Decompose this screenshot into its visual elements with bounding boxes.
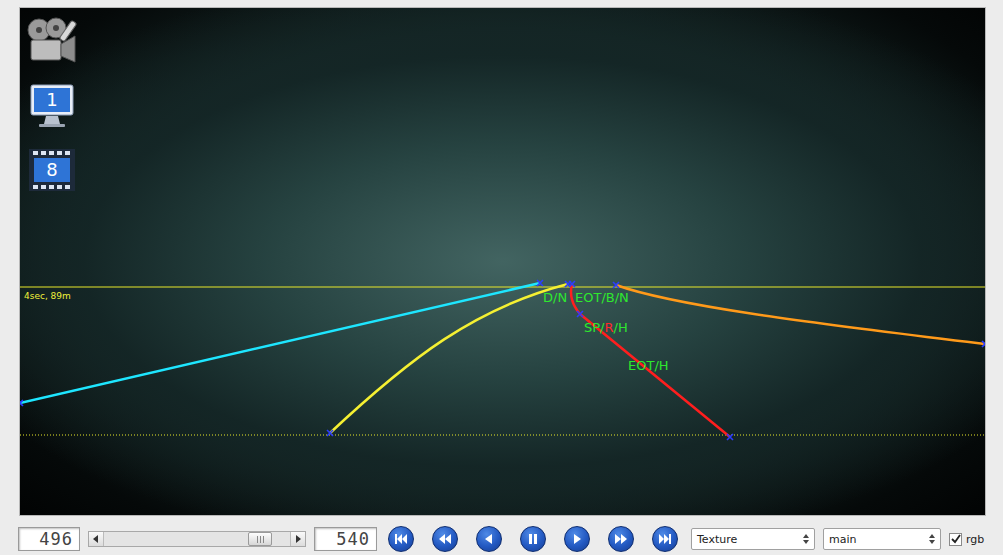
rewind-button[interactable] (432, 526, 458, 552)
play-button[interactable] (564, 526, 590, 552)
dropdown[interactable]: main (823, 528, 941, 550)
back-icon (482, 532, 496, 546)
point-marker[interactable] (20, 400, 23, 406)
slider-right-button[interactable] (291, 532, 305, 546)
checkbox-box[interactable] (949, 533, 962, 546)
lane-label: EOT/B/N (575, 290, 629, 305)
horizon-label: 4sec, 89m (24, 291, 71, 301)
film-number: 8 (28, 159, 76, 181)
near-limit-line[interactable] (20, 435, 985, 436)
arrow-right-icon (295, 535, 301, 543)
control-bar: 496 540 Texture mainrgb (18, 525, 986, 553)
point-marker[interactable] (577, 311, 583, 317)
monitor-tool[interactable]: 1 (24, 78, 80, 134)
checkmark-icon (951, 534, 961, 544)
slider-track[interactable] (103, 532, 291, 546)
updown-arrows-icon (802, 533, 810, 545)
end-frame-field[interactable]: 540 (314, 527, 377, 551)
point-marker[interactable] (727, 434, 733, 440)
point-marker[interactable] (327, 430, 333, 436)
horizon-line[interactable] (20, 287, 985, 288)
point-marker[interactable] (982, 341, 985, 347)
clapper-icon (25, 16, 79, 68)
last-icon (658, 532, 672, 546)
forward-icon (614, 532, 628, 546)
video-frame[interactable]: 4sec, 89mD/NEOT/B/NSP/R/HEOT/H18 (19, 7, 986, 516)
lane-line[interactable] (569, 281, 733, 440)
lane-label: D/N (543, 290, 567, 305)
rewind-icon (438, 532, 452, 546)
lane-overlay: 4sec, 89m D/N EOT/B/N SP/R/H EOT/H (20, 8, 985, 515)
slider-left-button[interactable] (89, 532, 103, 546)
monitor-number: 1 (28, 89, 76, 111)
pause-icon (526, 532, 540, 546)
point-marker[interactable] (537, 280, 543, 286)
frame-slider[interactable] (88, 531, 306, 547)
annotation-tool: 4sec, 89mD/NEOT/B/NSP/R/HEOT/H18496540Te… (0, 0, 1003, 555)
film-tool[interactable]: 8 (24, 142, 80, 198)
dropdown[interactable]: Texture (691, 528, 815, 550)
pause-button[interactable] (520, 526, 546, 552)
lane-line[interactable] (613, 282, 985, 347)
lane-label: SP/R/H (584, 320, 628, 335)
first-button[interactable] (388, 526, 414, 552)
tool-column: 18 (24, 14, 80, 198)
slider-thumb[interactable] (248, 532, 272, 546)
playback-buttons (388, 526, 678, 552)
play-icon (570, 532, 584, 546)
lane-label: EOT/H (628, 358, 669, 373)
clapper-tool[interactable] (24, 14, 80, 70)
lane-line[interactable] (20, 280, 543, 406)
rgb-checkbox[interactable]: rgb (949, 533, 984, 546)
monitor-button[interactable]: 1 (28, 82, 76, 130)
back-button[interactable] (476, 526, 502, 552)
updown-arrows-icon (928, 533, 936, 545)
forward-button[interactable] (608, 526, 634, 552)
point-marker[interactable] (569, 281, 575, 287)
arrow-left-icon (93, 535, 99, 543)
last-button[interactable] (652, 526, 678, 552)
start-frame-field[interactable]: 496 (18, 527, 80, 551)
point-marker[interactable] (613, 282, 619, 288)
film-button[interactable]: 8 (28, 147, 76, 193)
lane-line[interactable] (327, 281, 571, 436)
first-icon (394, 532, 408, 546)
